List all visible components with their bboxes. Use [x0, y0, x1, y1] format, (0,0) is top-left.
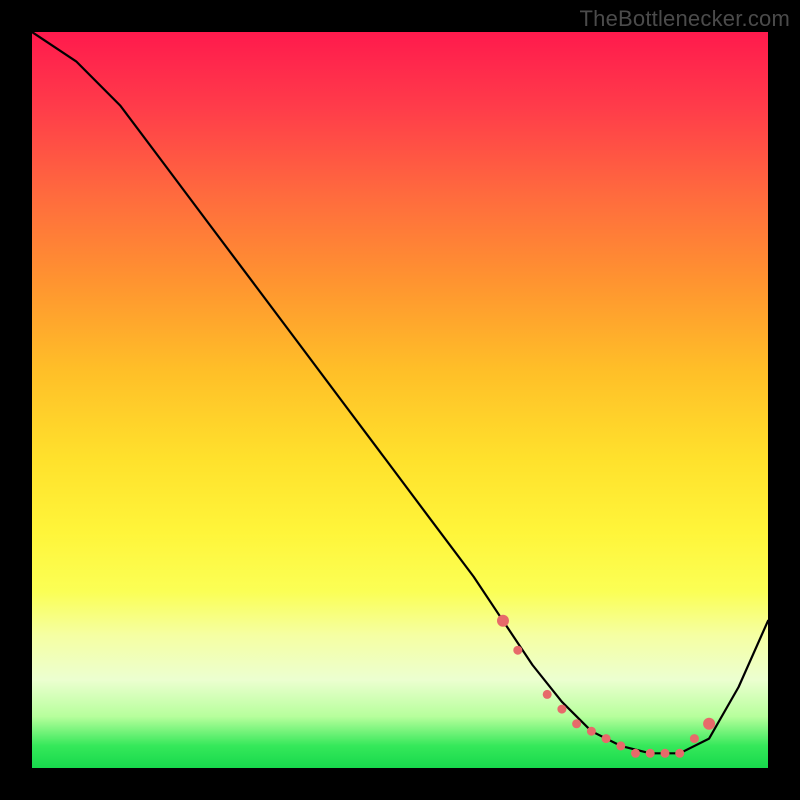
outer-frame: TheBottlenecker.com — [0, 0, 800, 800]
marker-point — [513, 646, 522, 655]
chart-plot-area — [32, 32, 768, 768]
marker-point — [497, 615, 509, 627]
marker-point — [616, 741, 625, 750]
marker-point — [543, 690, 552, 699]
marker-point — [631, 749, 640, 758]
chart-svg — [32, 32, 768, 768]
marker-point — [661, 749, 670, 758]
chart-markers — [497, 615, 715, 758]
marker-point — [703, 718, 715, 730]
marker-point — [646, 749, 655, 758]
marker-point — [602, 734, 611, 743]
marker-point — [572, 719, 581, 728]
marker-point — [587, 727, 596, 736]
marker-point — [675, 749, 684, 758]
marker-point — [690, 734, 699, 743]
watermark-text: TheBottlenecker.com — [580, 6, 790, 32]
marker-point — [557, 705, 566, 714]
chart-curve — [32, 32, 768, 753]
